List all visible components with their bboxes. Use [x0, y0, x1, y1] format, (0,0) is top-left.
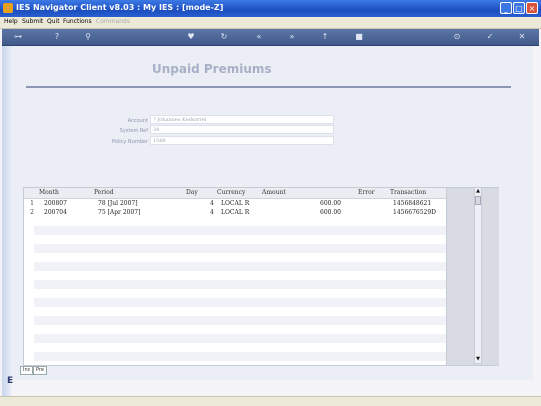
empty-row: [34, 262, 446, 271]
menu-submit[interactable]: Submit: [22, 18, 43, 25]
left-sidebar: [2, 46, 11, 406]
scroll-up-icon[interactable]: ▲: [475, 188, 481, 195]
column-header-day[interactable]: Day: [186, 189, 198, 196]
empty-row: [34, 298, 446, 307]
table-scrollbar[interactable]: ▲ ▼: [474, 187, 482, 364]
title-divider: [26, 86, 511, 88]
tab-inc[interactable]: Inc: [20, 366, 34, 375]
rewind-icon[interactable]: «: [252, 31, 266, 43]
menu-commands: Commands: [96, 18, 130, 25]
empty-row: [34, 289, 446, 298]
cell-day: 4: [210, 209, 214, 216]
column-header-period[interactable]: Period: [94, 189, 114, 196]
app-icon: [3, 3, 13, 13]
stop-icon[interactable]: ■: [352, 31, 366, 43]
key-icon[interactable]: ⊶: [8, 31, 28, 43]
cell-day: 4: [210, 200, 214, 207]
minimize-button[interactable]: _: [500, 2, 512, 14]
forward-icon[interactable]: »: [285, 31, 299, 43]
table-row[interactable]: 2 200704 75 [Apr 2007] 4 LOCAL R 600.00 …: [24, 208, 446, 217]
cell-amount: 600.00: [320, 200, 341, 207]
table-side-panel: [446, 188, 499, 365]
up-icon[interactable]: ↑: [318, 31, 332, 43]
empty-row: [34, 316, 446, 325]
page-title: Unpaid Premiums: [152, 62, 272, 76]
empty-row: [34, 226, 446, 235]
empty-row: [34, 325, 446, 334]
empty-row: [34, 343, 446, 352]
title-bar: IES Navigator Client v8.03 : My IES : [m…: [0, 0, 541, 17]
menu-help[interactable]: Help: [4, 18, 18, 25]
column-header-amount[interactable]: Amount: [262, 189, 286, 196]
check-icon[interactable]: ✓: [483, 31, 497, 43]
cell-period: 78 [Jul 2007]: [98, 200, 138, 207]
account-label: Account: [127, 118, 148, 124]
edit-icon[interactable]: E: [7, 376, 13, 386]
cell-month: 200704: [44, 209, 67, 216]
cell-currency: LOCAL R: [221, 200, 250, 207]
toolbar: ⊶ ? ⚲ ♥ ↻ « » ↑ ■ ⊙ ✓ ✕: [2, 29, 539, 46]
empty-row: [34, 235, 446, 244]
close-window-button[interactable]: ×: [526, 2, 538, 14]
premiums-table: Month Period Day Currency Amount Error T…: [23, 187, 499, 366]
empty-row: [34, 271, 446, 280]
table-header: Month Period Day Currency Amount Error T…: [24, 188, 498, 199]
menu-bar: Help Submit Quit Functions Commands: [0, 17, 541, 29]
maximize-button[interactable]: □: [513, 2, 525, 14]
close-icon[interactable]: ✕: [515, 31, 529, 43]
refresh-icon[interactable]: ↻: [217, 31, 231, 43]
empty-row: [34, 307, 446, 316]
cell-month: 200807: [44, 200, 67, 207]
heart-icon[interactable]: ♥: [184, 31, 198, 43]
empty-row: [34, 280, 446, 289]
table-row[interactable]: 1 200807 78 [Jul 2007] 4 LOCAL R 600.00 …: [24, 199, 446, 208]
empty-row: [34, 253, 446, 262]
policy-number-label: Policy Number: [111, 139, 148, 145]
status-bar: [0, 396, 541, 406]
empty-row: [34, 244, 446, 253]
cell-transaction: 1456676529D: [393, 209, 436, 216]
scroll-down-icon[interactable]: ▼: [475, 356, 481, 363]
policy-number-field[interactable]: 1566: [150, 136, 334, 145]
cell-period: 75 [Apr 2007]: [98, 209, 141, 216]
column-header-currency[interactable]: Currency: [217, 189, 245, 196]
account-field[interactable]: ? Johannes Kerkorrel: [150, 115, 334, 124]
window-title: IES Navigator Client v8.03 : My IES : [m…: [16, 3, 224, 12]
empty-row: [34, 352, 446, 361]
row-number: 1: [30, 200, 34, 207]
search-icon[interactable]: ⚲: [81, 31, 95, 43]
help-icon[interactable]: ?: [50, 31, 64, 43]
system-ref-label: System Ref: [119, 128, 148, 134]
column-header-error[interactable]: Error: [358, 189, 375, 196]
empty-row: [34, 334, 446, 343]
row-number: 2: [30, 209, 34, 216]
menu-quit[interactable]: Quit: [47, 18, 60, 25]
menu-functions[interactable]: Functions: [63, 18, 92, 25]
column-header-transaction[interactable]: Transaction: [390, 189, 426, 196]
cell-transaction: 1456848621: [393, 200, 432, 207]
save-icon[interactable]: ⊙: [450, 31, 464, 43]
cell-amount: 600.00: [320, 209, 341, 216]
system-ref-field[interactable]: 34: [150, 125, 334, 134]
application-window: IES Navigator Client v8.03 : My IES : [m…: [0, 0, 541, 406]
column-header-month[interactable]: Month: [39, 189, 59, 196]
scroll-thumb[interactable]: [475, 196, 481, 205]
cell-currency: LOCAL R: [221, 209, 250, 216]
tab-pre[interactable]: Pre: [33, 366, 47, 375]
